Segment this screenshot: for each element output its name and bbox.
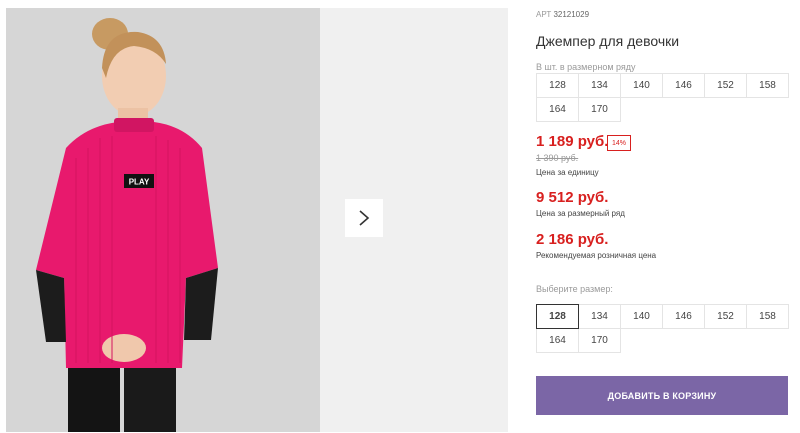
size-option[interactable]: 164 <box>536 328 579 353</box>
chevron-right-icon <box>359 210 370 226</box>
size-row-cell: 170 <box>578 97 621 122</box>
unit-price-caption: Цена за единицу <box>536 168 599 177</box>
old-price: 1 390 руб. <box>536 153 579 163</box>
product-photo[interactable]: PLAY <box>6 8 320 432</box>
size-row-cell: 152 <box>704 73 747 98</box>
product-gallery: PLAY <box>0 0 510 433</box>
size-row-cell: 134 <box>578 73 621 98</box>
size-option[interactable]: 128 <box>536 304 579 329</box>
sku-label: АРТ <box>536 10 552 19</box>
size-row-cell: 146 <box>662 73 705 98</box>
retail-price-caption: Рекомендуемая розничная цена <box>536 251 657 260</box>
sku-number: 32121029 <box>553 10 590 19</box>
row-price-caption: Цена за размерный ряд <box>536 209 625 218</box>
size-row-cell: 164 <box>536 97 579 122</box>
discount-badge: 14% <box>607 135 631 151</box>
unit-price: 1 189 руб. <box>536 133 609 150</box>
product-photo-illustration: PLAY <box>6 8 320 432</box>
size-row-hint: В шт. в размерном ряду <box>536 62 636 72</box>
row-price: 9 512 руб. <box>536 189 609 206</box>
size-row-cell: 158 <box>746 73 789 98</box>
add-to-cart-button[interactable]: ДОБАВИТЬ В КОРЗИНУ <box>536 376 788 415</box>
size-row-cell: 140 <box>620 73 663 98</box>
product-title: Джемпер для девочки <box>536 33 680 49</box>
sku: АРТ 32121029 <box>536 10 589 19</box>
size-option[interactable]: 146 <box>662 304 705 329</box>
size-option[interactable]: 134 <box>578 304 621 329</box>
next-image-button[interactable] <box>345 199 383 237</box>
size-option[interactable]: 140 <box>620 304 663 329</box>
size-option[interactable]: 158 <box>746 304 789 329</box>
sweater-badge-text: PLAY <box>129 178 150 187</box>
size-option[interactable]: 170 <box>578 328 621 353</box>
size-option[interactable]: 152 <box>704 304 747 329</box>
retail-price: 2 186 руб. <box>536 231 609 248</box>
size-select-hint: Выберите размер: <box>536 284 613 294</box>
size-row-cell: 128 <box>536 73 579 98</box>
